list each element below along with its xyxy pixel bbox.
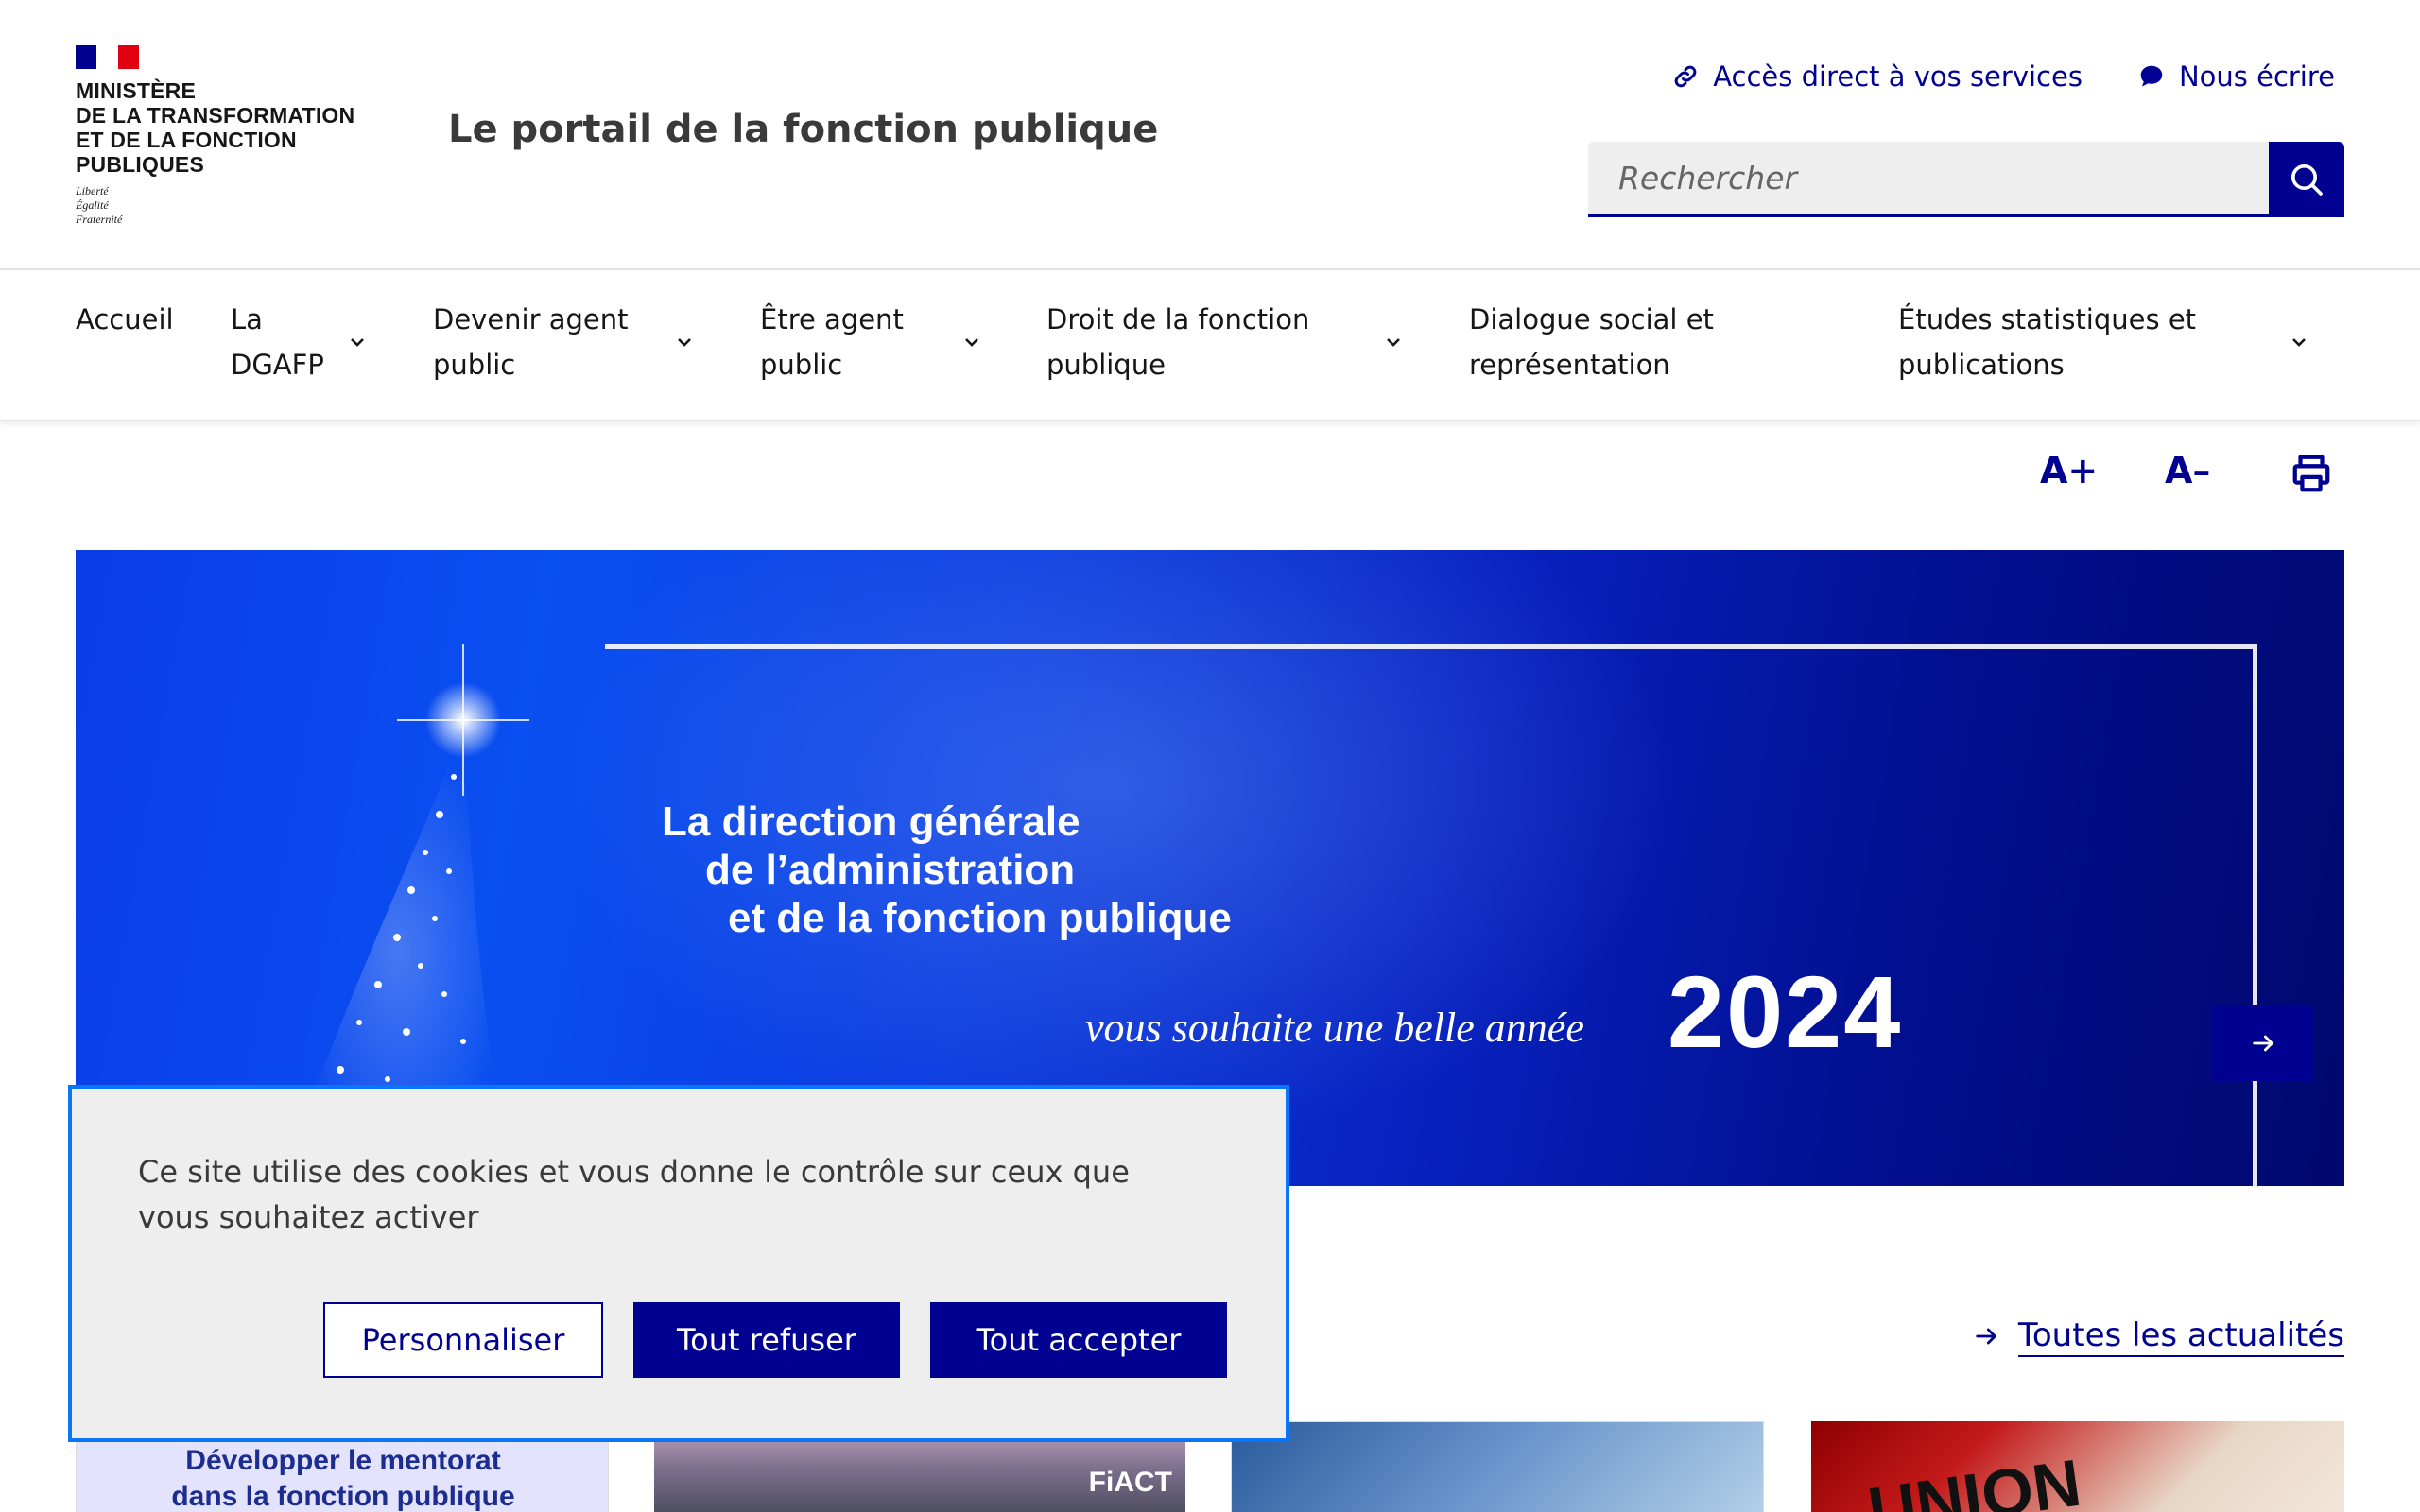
nav-label: DGAFP — [231, 349, 324, 381]
search-button[interactable] — [2269, 142, 2344, 217]
quick-links: Accès direct à vos services Nous écrire — [1671, 60, 2335, 93]
nav-label: publique — [1046, 349, 1166, 381]
nav-item-accueil[interactable]: Accueil — [76, 297, 174, 342]
services-link[interactable]: Accès direct à vos services — [1671, 60, 2083, 93]
news-card-image-text: Développer le mentorat dans la fonction … — [77, 1443, 608, 1512]
nav-item-etre-agent[interactable]: Être agent public — [760, 297, 904, 387]
banner-line-3: et de la fonction publique — [728, 895, 1232, 941]
republic-motto: Liberté Égalité Fraternité — [76, 184, 397, 227]
nav-label: publications — [1898, 349, 2065, 381]
search-icon — [2291, 164, 2323, 196]
nav-label: public — [760, 349, 843, 381]
news-card-image-text: UNION — [1863, 1445, 2085, 1512]
news-card-line: Développer le mentorat — [185, 1445, 501, 1476]
news-card-line: dans la fonction publique — [171, 1481, 515, 1512]
ministry-line: ET DE LA FONCTION — [76, 128, 297, 152]
nav-item-etudes[interactable]: Études statistiques et publications — [1898, 297, 2196, 387]
nav-label: Devenir agent — [433, 303, 629, 335]
nav-item-dialogue-social[interactable]: Dialogue social et représentation — [1469, 297, 1714, 387]
cookie-consent-banner: Ce site utilise des cookies et vous donn… — [68, 1085, 1289, 1442]
search-input[interactable] — [1588, 142, 2269, 217]
chevron-down-icon[interactable] — [346, 331, 369, 353]
nav-item-dgafp[interactable]: La DGAFP — [231, 297, 324, 387]
nav-item-droit[interactable]: Droit de la fonction publique — [1046, 297, 1309, 387]
customize-cookies-button[interactable]: Personnaliser — [323, 1302, 603, 1378]
carousel-next-button[interactable] — [2212, 1005, 2314, 1081]
all-news-link[interactable]: Toutes les actualités — [1973, 1315, 2344, 1357]
decrease-text-button[interactable]: A– — [2165, 450, 2210, 491]
ministry-line: PUBLIQUES — [76, 152, 204, 177]
print-icon[interactable] — [2290, 452, 2333, 495]
motto-line: Liberté — [76, 184, 109, 198]
contact-link[interactable]: Nous écrire — [2137, 60, 2335, 93]
link-icon — [1674, 65, 1697, 88]
marianne-flag-icon — [76, 45, 139, 69]
chat-bubble-icon — [2140, 65, 2163, 87]
chevron-down-icon[interactable] — [960, 331, 983, 353]
news-card[interactable]: UNION — [1811, 1421, 2344, 1512]
nav-label: La — [231, 303, 263, 335]
arrow-right-icon — [1976, 1328, 1996, 1345]
cookie-message: Ce site utilise des cookies et vous donn… — [138, 1154, 1130, 1235]
arrow-right-icon — [2253, 1035, 2273, 1052]
nav-label: Dialogue social et — [1469, 303, 1714, 335]
all-news-label: Toutes les actualités — [2017, 1315, 2344, 1357]
banner-year: 2024 — [1668, 954, 1903, 1069]
ministry-logo[interactable]: MINISTÈRE DE LA TRANSFORMATION ET DE LA … — [76, 45, 397, 227]
services-link-label: Accès direct à vos services — [1713, 60, 2083, 93]
portal-title[interactable]: Le portail de la fonction publique — [448, 108, 1158, 151]
news-card[interactable] — [1231, 1421, 1764, 1512]
motto-line: Fraternité — [76, 213, 123, 226]
nav-label: Accueil — [76, 303, 174, 335]
site-header: MINISTÈRE DE LA TRANSFORMATION ET DE LA … — [0, 0, 2420, 270]
nav-label: Droit de la fonction — [1046, 303, 1310, 335]
nav-item-devenir-agent[interactable]: Devenir agent public — [433, 297, 629, 387]
banner-wish: vous souhaite une belle année — [1085, 1005, 1584, 1051]
nav-label: Études statistiques et — [1898, 303, 2197, 335]
increase-text-button[interactable]: A+ — [2040, 450, 2098, 491]
nav-label: représentation — [1469, 349, 1670, 381]
chevron-down-icon[interactable] — [673, 331, 696, 353]
ministry-line: MINISTÈRE — [76, 78, 197, 103]
ministry-name: MINISTÈRE DE LA TRANSFORMATION ET DE LA … — [76, 78, 397, 177]
contact-link-label: Nous écrire — [2178, 60, 2335, 93]
ministry-line: DE LA TRANSFORMATION — [76, 103, 355, 128]
motto-line: Égalité — [76, 198, 109, 212]
search-bar — [1588, 142, 2344, 217]
refuse-all-button[interactable]: Tout refuser — [633, 1302, 900, 1378]
nav-label: Être agent — [760, 303, 904, 335]
accept-all-button[interactable]: Tout accepter — [930, 1302, 1227, 1378]
chevron-down-icon[interactable] — [2288, 331, 2310, 353]
fiact-logo: FiACT — [1088, 1467, 1172, 1498]
chevron-down-icon[interactable] — [1382, 331, 1405, 353]
banner-line-2: de l’administration — [705, 847, 1076, 893]
nav-label: public — [433, 349, 516, 381]
main-navigation: Accueil La DGAFP Devenir agent public Êt… — [0, 272, 2420, 421]
banner-line-1: La direction générale — [662, 799, 1080, 845]
